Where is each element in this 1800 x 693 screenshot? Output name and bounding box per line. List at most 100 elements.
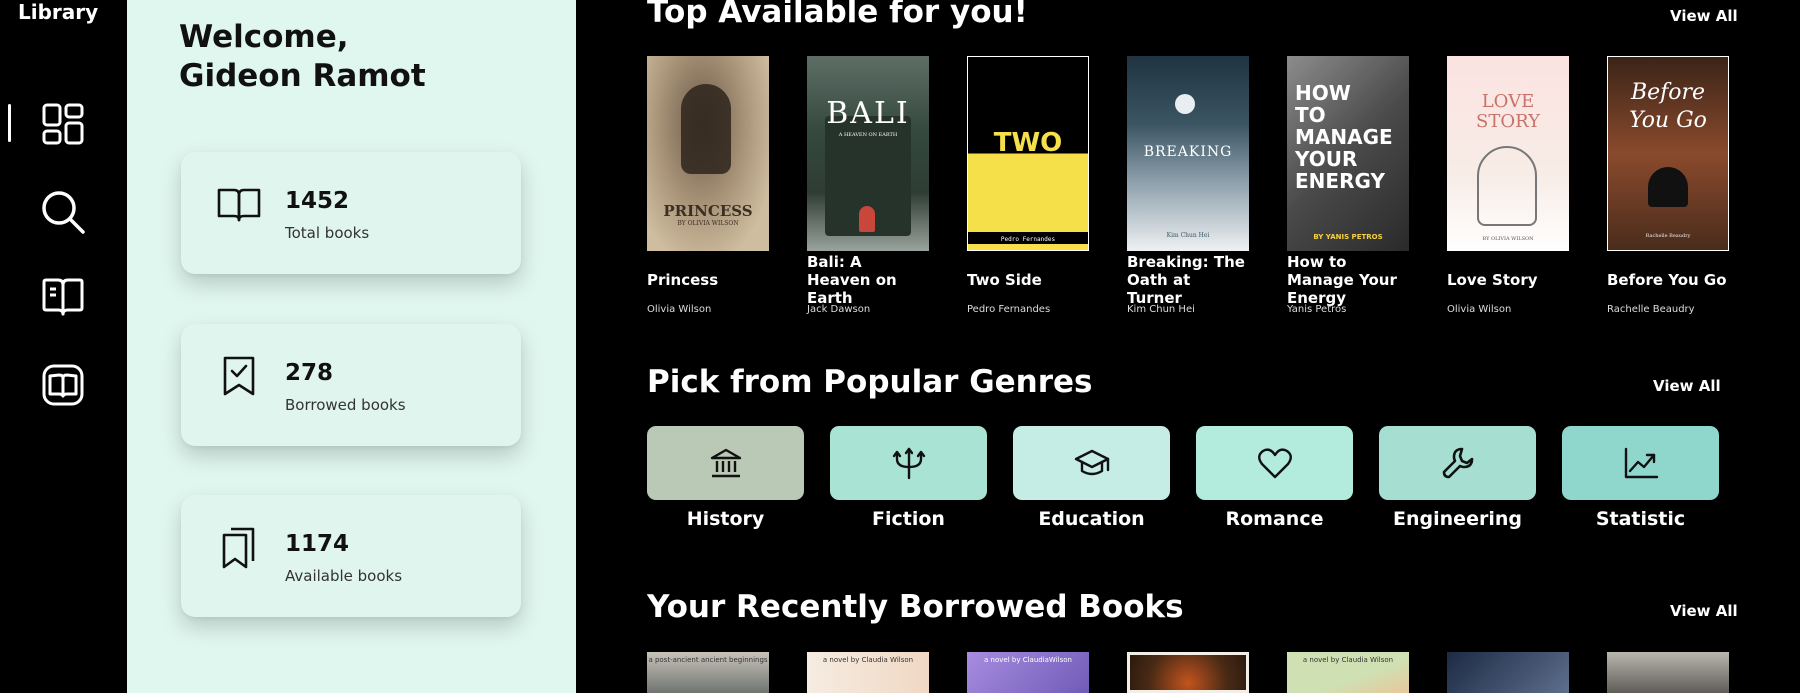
cover-subtitle: Kim Chun Hei: [1166, 232, 1210, 239]
silhouette: [1648, 167, 1688, 207]
genre-label: History: [686, 508, 765, 530]
bookmarks-icon: [222, 527, 255, 569]
red-figure: [859, 206, 875, 232]
view-all-genres[interactable]: View All: [1653, 377, 1721, 395]
search-icon: [42, 191, 85, 234]
book-title: Bali: A Heaven on Earth: [807, 253, 897, 307]
book-cover: BALI A HEAVEN ON EARTH: [807, 56, 929, 251]
section-title-genres: Pick from Popular Genres: [647, 364, 1093, 400]
recent-book-cover[interactable]: [1127, 652, 1249, 693]
book-cover: BREAKING Kim Chun Hei: [1127, 56, 1249, 251]
sidebar-item-dashboard[interactable]: [38, 99, 88, 149]
cover-subtitle: BY YANIS PETROS: [1313, 233, 1383, 241]
genre-tile[interactable]: [647, 426, 804, 500]
chart-trend-icon: [1624, 447, 1658, 479]
stat-label: Borrowed books: [285, 396, 406, 414]
stat-card-available: 1174 Available books: [181, 495, 521, 617]
recent-book-cover[interactable]: a novel by ClaudiaWilson: [967, 652, 1089, 693]
cover-subtitle: Pedro Fernandes: [1000, 236, 1056, 243]
stat-value: 1452: [285, 188, 350, 214]
library-book-icon: [42, 364, 84, 406]
sidebar: Library: [0, 0, 127, 693]
book-title: Love Story: [1447, 271, 1538, 289]
genre-label: Engineering: [1393, 508, 1522, 530]
cover-title: BALI: [826, 96, 910, 131]
genre-romance[interactable]: Romance: [1196, 426, 1353, 530]
cover-text: a novel by Claudia Wilson: [1302, 656, 1394, 664]
portrait-figure: [681, 84, 731, 174]
sidebar-item-search[interactable]: [38, 187, 88, 237]
genre-label: Fiction: [872, 508, 945, 530]
recent-book-cover[interactable]: a novel by Claudia Wilson: [1287, 652, 1409, 693]
genre-tile[interactable]: [1562, 426, 1719, 500]
book-title: Princess: [647, 271, 719, 289]
book-author: Olivia Wilson: [647, 304, 712, 315]
recent-book-cover[interactable]: [1607, 652, 1729, 693]
bookmark-check-icon: [223, 356, 255, 396]
stat-card-borrowed: 278 Borrowed books: [181, 324, 521, 446]
book-title: Before You Go: [1607, 271, 1727, 289]
dashboard-grid-icon: [42, 103, 84, 145]
trident-icon: [892, 447, 925, 480]
stat-value: 278: [285, 360, 334, 386]
view-all-recent[interactable]: View All: [1670, 602, 1738, 620]
book-card[interactable]: Before You Go Rachelle Beaudry Before Yo…: [1607, 56, 1729, 315]
book-card[interactable]: HOW TO MANAGE YOUR ENERGY BY YANIS PETRO…: [1287, 56, 1409, 315]
cover-title: HOW TO MANAGE YOUR ENERGY: [1295, 81, 1393, 193]
genre-fiction[interactable]: Fiction: [830, 426, 987, 530]
user-name: Gideon Ramot: [179, 58, 426, 94]
book-card[interactable]: LOVE STORY BY OLIVIA WILSON Love Story O…: [1447, 56, 1569, 315]
genre-tile[interactable]: [1379, 426, 1536, 500]
sidebar-item-books[interactable]: [38, 272, 88, 322]
cover-title: TWO SIDE: [993, 128, 1063, 184]
welcome-line: Welcome,: [179, 19, 349, 55]
book-cover: HOW TO MANAGE YOUR ENERGY BY YANIS PETRO…: [1287, 56, 1409, 251]
genre-tile[interactable]: [1196, 426, 1353, 500]
open-book-icon: [217, 188, 261, 222]
book-card[interactable]: PRINCESS BY OLIVIA WILSON Princess Olivi…: [647, 56, 769, 315]
genre-label: Education: [1038, 508, 1145, 530]
book-cover: Before You Go Rachelle Beaudry: [1607, 56, 1729, 251]
book-card[interactable]: BALI A HEAVEN ON EARTH Bali: A Heaven on…: [807, 56, 929, 315]
welcome-heading: Welcome, Gideon Ramot: [179, 18, 519, 96]
cover-title: PRINCESS: [663, 202, 753, 220]
cover-text: a novel by ClaudiaWilson: [984, 656, 1072, 664]
book-card[interactable]: BREAKING Kim Chun Hei Breaking: The Oath…: [1127, 56, 1249, 315]
recent-book-cover[interactable]: a novel by Claudia Wilson: [807, 652, 929, 693]
heart-icon: [1257, 448, 1292, 479]
stat-label: Available books: [285, 567, 403, 585]
cover-text: a post-ancient ancient beginnings: [648, 656, 768, 664]
genre-engineering[interactable]: Engineering: [1379, 426, 1536, 530]
stat-card-total: 1452 Total books: [181, 152, 521, 274]
cover-title: LOVE STORY: [1476, 91, 1540, 132]
book-title: Breaking: The Oath at Turner: [1127, 253, 1245, 307]
genre-history[interactable]: History: [647, 426, 804, 530]
stat-label: Total books: [285, 224, 370, 242]
stat-value: 1174: [285, 531, 350, 557]
recent-book-cover[interactable]: a post-ancient ancient beginnings: [647, 652, 769, 693]
genre-tile[interactable]: [830, 426, 987, 500]
view-all-top-available[interactable]: View All: [1670, 7, 1738, 25]
genre-label: Statistic: [1595, 508, 1686, 530]
recent-book-cover[interactable]: [1447, 652, 1569, 693]
book-card[interactable]: TWO SIDE Pedro Fernandes Two Side Pedro …: [967, 56, 1089, 315]
museum-icon: [710, 448, 741, 478]
book-title: How to Manage Your Energy: [1287, 253, 1397, 307]
genre-education[interactable]: Education: [1013, 426, 1170, 530]
active-indicator: [8, 104, 11, 142]
cover-subtitle: BY OLIVIA WILSON: [1482, 236, 1534, 242]
genre-tile[interactable]: [1013, 426, 1170, 500]
wrench-icon: [1442, 447, 1473, 479]
book-author: Pedro Fernandes: [967, 304, 1051, 315]
graduation-cap-icon: [1074, 449, 1109, 476]
cover-subtitle: BY OLIVIA WILSON: [677, 220, 739, 227]
genre-statistic[interactable]: Statistic: [1562, 426, 1719, 530]
main-content: Top Available for you! View All PRINCESS…: [576, 0, 1800, 693]
open-book-icon: [42, 278, 84, 316]
book-cover: TWO SIDE Pedro Fernandes: [967, 56, 1089, 251]
cover-subtitle: A HEAVEN ON EARTH: [838, 132, 898, 138]
sidebar-item-library[interactable]: [38, 360, 88, 410]
genre-label: Romance: [1225, 508, 1324, 530]
cover-title: Before You Go: [1629, 80, 1707, 133]
app-brand: Library: [18, 0, 99, 24]
